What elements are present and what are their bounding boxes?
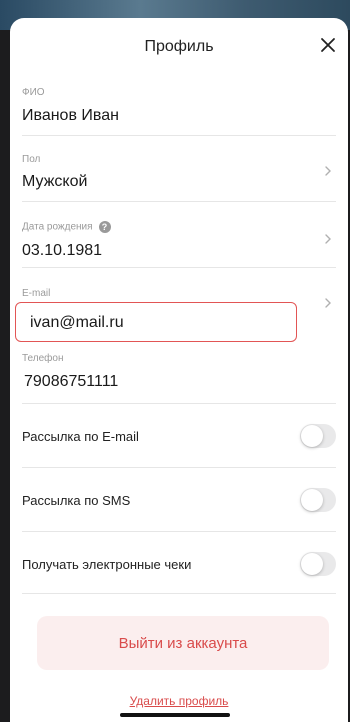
e-receipts-label: Получать электронные чеки: [22, 557, 192, 572]
toggle-knob: [301, 553, 323, 575]
phone-value: 79086751111: [24, 373, 119, 390]
email-newsletter-label: Рассылка по E-mail: [22, 429, 139, 444]
gender-value: Мужской: [22, 173, 88, 190]
toggle-knob: [301, 425, 323, 447]
phone-label: Телефон: [22, 353, 64, 364]
chevron-right-icon: [325, 166, 331, 176]
profile-sheet: Профиль ФИО Иванов Иван Пол Мужской Дата…: [10, 18, 348, 722]
sms-newsletter-row: Рассылка по SMS: [22, 468, 336, 532]
gender-field[interactable]: Пол Мужской: [22, 136, 336, 202]
sheet-header: Профиль: [10, 18, 348, 76]
page-title: Профиль: [144, 38, 214, 55]
email-label: E-mail: [22, 288, 51, 299]
close-icon: [321, 38, 335, 52]
email-highlight-frame: [15, 302, 297, 342]
e-receipts-toggle[interactable]: [300, 552, 336, 576]
name-field[interactable]: ФИО Иванов Иван: [22, 76, 336, 136]
e-receipts-row: Получать электронные чеки: [22, 532, 336, 594]
gender-label: Пол: [22, 154, 41, 165]
email-newsletter-toggle[interactable]: [300, 424, 336, 448]
phone-field[interactable]: Телефон 79086751111: [22, 342, 336, 404]
birthdate-label: Дата рождения?: [22, 221, 111, 233]
name-value: Иванов Иван: [22, 107, 119, 124]
sms-newsletter-label: Рассылка по SMS: [22, 493, 131, 508]
toggle-knob: [301, 489, 323, 511]
sms-newsletter-toggle[interactable]: [300, 488, 336, 512]
home-indicator: [120, 713, 230, 717]
close-button[interactable]: [316, 33, 340, 57]
name-label: ФИО: [22, 87, 45, 98]
email-newsletter-row: Рассылка по E-mail: [22, 404, 336, 468]
delete-profile-link[interactable]: Удалить профиль: [10, 694, 348, 708]
logout-button[interactable]: Выйти из аккаунта: [37, 616, 329, 670]
chevron-right-icon: [325, 298, 331, 308]
help-icon[interactable]: ?: [98, 221, 111, 233]
birthdate-value: 03.10.1981: [22, 242, 103, 259]
birthdate-field[interactable]: Дата рождения? 03.10.1981: [22, 202, 336, 268]
chevron-right-icon: [325, 234, 331, 244]
birthdate-label-text: Дата рождения: [22, 221, 93, 233]
